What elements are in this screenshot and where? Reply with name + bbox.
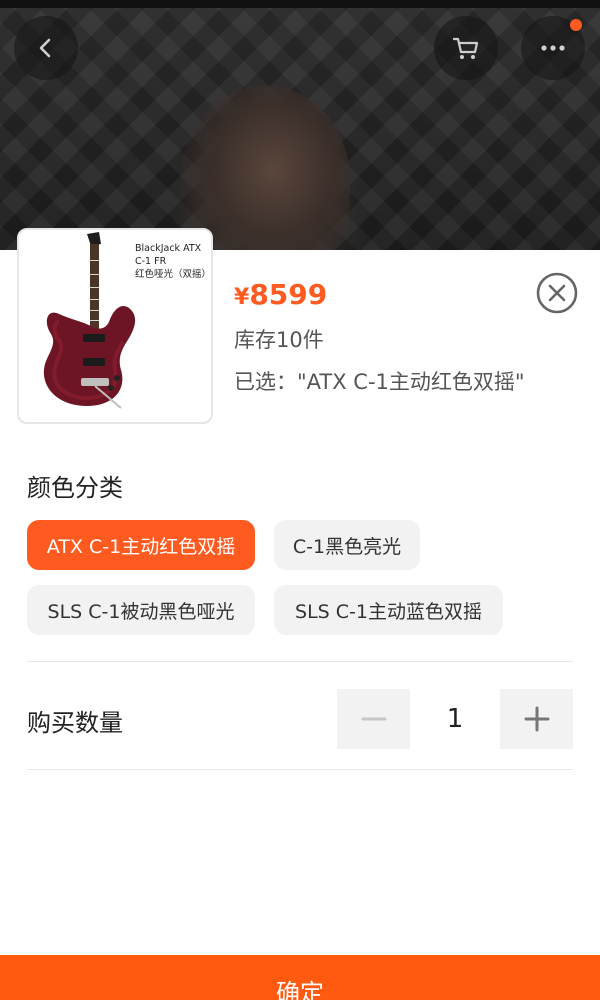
divider	[27, 661, 573, 662]
divider	[27, 769, 573, 770]
plus-icon	[524, 706, 549, 732]
thumbnail-caption-line: BlackJack ATX	[135, 243, 202, 254]
selected-option-text: 已选："ATX C-1主动红色双摇"	[234, 370, 525, 394]
guitar-image	[43, 232, 136, 409]
notification-dot	[570, 19, 582, 31]
thumbnail-caption-line: C-1 FR	[135, 256, 167, 267]
color-option-label: SLS C-1被动黑色哑光	[47, 600, 235, 623]
color-option-label: SLS C-1主动蓝色双摇	[295, 600, 482, 623]
stock-text: 库存10件	[234, 328, 324, 352]
color-option-label: ATX C-1主动红色双摇	[46, 535, 236, 558]
color-option[interactable]: C-1黑色亮光	[274, 520, 420, 570]
color-option[interactable]: ATX C-1主动红色双摇	[27, 520, 255, 570]
product-banner	[0, 0, 600, 275]
quantity-decrease-button[interactable]	[337, 689, 410, 749]
more-dots-icon	[541, 45, 565, 51]
confirm-button[interactable]: 确定	[0, 955, 600, 1000]
color-option[interactable]: SLS C-1主动蓝色双摇	[274, 585, 503, 635]
close-circle-icon	[536, 272, 578, 314]
close-button[interactable]	[535, 271, 579, 315]
color-section-title: 颜色分类	[27, 474, 123, 502]
price-value: 8599	[249, 278, 328, 311]
thumbnail-caption-line: 红色哑光（双摇）	[135, 269, 212, 280]
color-option[interactable]: SLS C-1被动黑色哑光	[27, 585, 255, 635]
minus-icon	[361, 717, 386, 721]
cart-icon	[452, 37, 479, 59]
confirm-button-label: 确定	[276, 979, 324, 1000]
quantity-increase-button[interactable]	[500, 689, 573, 749]
product-thumbnail[interactable]: BlackJack ATX C-1 FR 红色哑光（双摇）	[17, 228, 213, 424]
color-option-label: C-1黑色亮光	[292, 535, 402, 558]
product-price: ¥8599	[234, 278, 327, 311]
back-button[interactable]	[14, 16, 78, 80]
thumbnail-caption: BlackJack ATX C-1 FR 红色哑光（双摇）	[135, 242, 212, 281]
quantity-value[interactable]: 1	[410, 689, 500, 749]
quantity-label: 购买数量	[27, 709, 123, 737]
status-bar-edge	[0, 0, 600, 8]
cart-button[interactable]	[434, 16, 498, 80]
price-currency: ¥	[234, 285, 250, 310]
chevron-left-icon	[39, 38, 51, 58]
